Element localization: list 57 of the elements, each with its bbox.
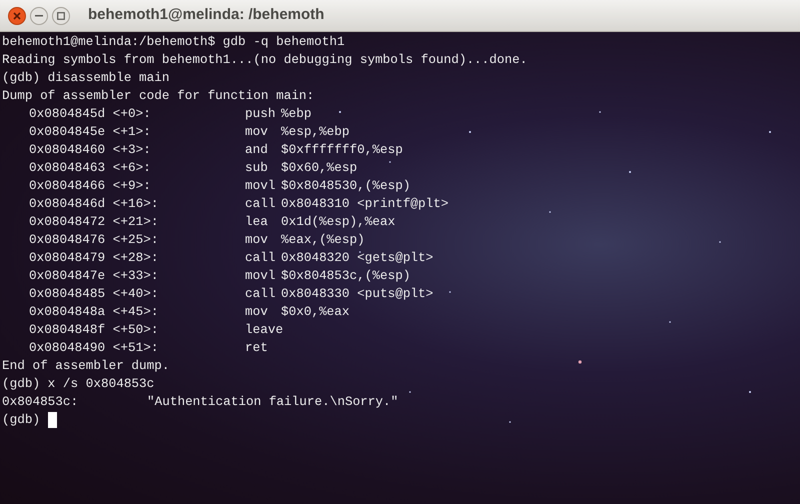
close-button[interactable] [8, 6, 26, 24]
instruction-mnemonic: call [245, 285, 276, 303]
string-value: "Authentication failure.\nSorry." [147, 393, 398, 411]
instruction-mnemonic: leave [245, 321, 281, 339]
text-cursor [48, 412, 58, 428]
instruction-address: 0x08048466 <+9>: [29, 177, 152, 195]
instruction-operands: 0x8048320 <gets@plt> [281, 249, 434, 267]
close-icon [13, 12, 21, 20]
instruction-address: 0x08048476 <+25>: [29, 231, 160, 249]
instruction-mnemonic: movl [245, 267, 276, 285]
instruction-address: 0x0804848a <+45>: [29, 303, 160, 321]
instruction-operands: $0x60,%esp [281, 159, 358, 177]
instruction-operands: %eax,(%esp) [281, 231, 365, 249]
minimize-icon [35, 14, 43, 16]
terminal-line: (gdb) x /s 0x804853c [2, 375, 154, 393]
instruction-address: 0x0804845e <+1>: [29, 123, 152, 141]
maximize-button[interactable] [52, 6, 70, 24]
instruction-address: 0x08048485 <+40>: [29, 285, 160, 303]
instruction-mnemonic: movl [245, 177, 276, 195]
instruction-mnemonic: ret [245, 339, 269, 357]
string-address: 0x804853c: [2, 393, 80, 411]
maximize-icon [57, 12, 65, 20]
terminal-line: Reading symbols from behemoth1...(no debugging symbols found)...done. [2, 51, 528, 69]
instruction-operands: %esp,%ebp [281, 123, 350, 141]
terminal-line: (gdb) disassemble main [2, 69, 170, 87]
instruction-mnemonic: mov [245, 303, 269, 321]
instruction-operands: $0xfffffff0,%esp [281, 141, 403, 159]
instruction-mnemonic: and [245, 141, 269, 159]
window-title: behemoth1@melinda: /behemoth [88, 5, 324, 26]
instruction-operands: 0x8048330 <puts@plt> [281, 285, 434, 303]
gdb-prompt: (gdb) [2, 411, 40, 429]
instruction-operands: $0x8048530,(%esp) [281, 177, 410, 195]
minimize-button[interactable] [30, 6, 48, 24]
terminal-line: End of assembler dump. [2, 357, 170, 375]
instruction-mnemonic: push [245, 105, 276, 123]
instruction-address: 0x08048472 <+21>: [29, 213, 160, 231]
instruction-address: 0x08048479 <+28>: [29, 249, 160, 267]
instruction-address: 0x0804847e <+33>: [29, 267, 160, 285]
terminal-line: behemoth1@melinda:/behemoth$ gdb -q behemoth1 [2, 33, 345, 51]
instruction-operands: 0x1d(%esp),%eax [281, 213, 396, 231]
instruction-mnemonic: mov [245, 123, 269, 141]
instruction-operands: $0x0,%eax [281, 303, 350, 321]
instruction-operands: 0x8048310 <printf@plt> [281, 195, 449, 213]
instruction-operands: %ebp [281, 105, 312, 123]
instruction-mnemonic: call [245, 249, 276, 267]
terminal-line: Dump of assembler code for function main: [2, 87, 314, 105]
instruction-mnemonic: call [245, 195, 276, 213]
instruction-address: 0x0804848f <+50>: [29, 321, 160, 339]
instruction-mnemonic: sub [245, 159, 269, 177]
instruction-address: 0x0804846d <+16>: [29, 195, 160, 213]
instruction-address: 0x0804845d <+0>: [29, 105, 152, 123]
instruction-mnemonic: mov [245, 231, 269, 249]
instruction-address: 0x08048460 <+3>: [29, 141, 152, 159]
instruction-mnemonic: lea [245, 213, 269, 231]
instruction-operands: $0x804853c,(%esp) [281, 267, 410, 285]
instruction-address: 0x08048490 <+51>: [29, 339, 160, 357]
instruction-address: 0x08048463 <+6>: [29, 159, 152, 177]
